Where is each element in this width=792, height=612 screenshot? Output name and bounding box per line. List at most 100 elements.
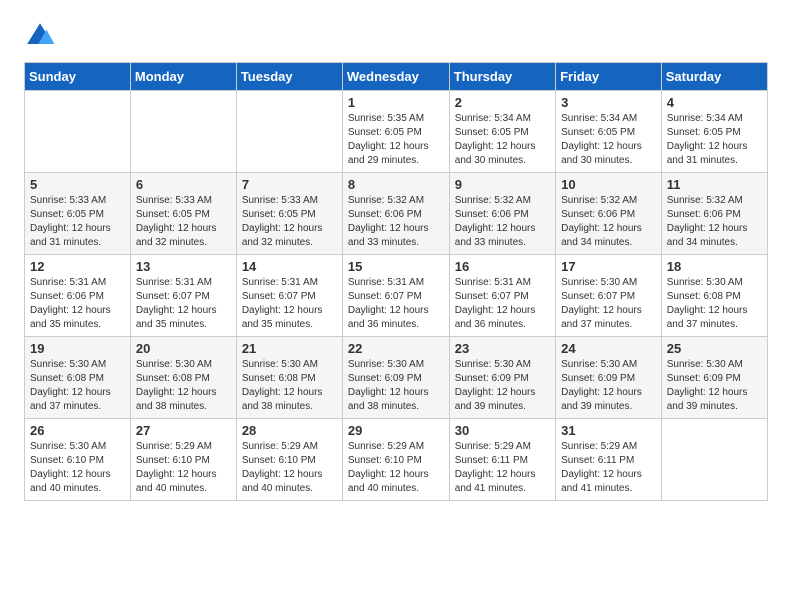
page: SundayMondayTuesdayWednesdayThursdayFrid… (0, 0, 792, 521)
day-number: 13 (136, 259, 231, 274)
calendar-row: 5 Sunrise: 5:33 AM Sunset: 6:05 PM Daylig… (25, 173, 768, 255)
calendar-cell: 13 Sunrise: 5:31 AM Sunset: 6:07 PM Dayli… (130, 255, 236, 337)
day-number: 7 (242, 177, 337, 192)
day-info: Sunrise: 5:32 AM Sunset: 6:06 PM Dayligh… (348, 194, 444, 250)
header-row: SundayMondayTuesdayWednesdayThursdayFrid… (25, 63, 768, 91)
calendar-row: 19 Sunrise: 5:30 AM Sunset: 6:08 PM Dayli… (25, 337, 768, 419)
calendar-cell: 3 Sunrise: 5:34 AM Sunset: 6:05 PM Daylig… (556, 91, 662, 173)
day-number: 10 (561, 177, 656, 192)
day-number: 30 (455, 423, 550, 438)
calendar-cell (236, 91, 342, 173)
calendar-cell: 19 Sunrise: 5:30 AM Sunset: 6:08 PM Dayli… (25, 337, 131, 419)
calendar-cell: 29 Sunrise: 5:29 AM Sunset: 6:10 PM Dayli… (342, 419, 449, 501)
weekday-header: Thursday (449, 63, 555, 91)
day-number: 18 (667, 259, 762, 274)
day-number: 11 (667, 177, 762, 192)
day-number: 26 (30, 423, 125, 438)
logo (24, 20, 60, 52)
day-number: 5 (30, 177, 125, 192)
calendar-cell: 30 Sunrise: 5:29 AM Sunset: 6:11 PM Dayli… (449, 419, 555, 501)
calendar-cell (25, 91, 131, 173)
calendar-cell: 15Sunrise: 5:31 AM Sunset: 6:07 PM Dayli… (342, 255, 449, 337)
day-info: Sunrise: 5:30 AM Sunset: 6:08 PM Dayligh… (242, 358, 337, 414)
calendar-cell: 28 Sunrise: 5:29 AM Sunset: 6:10 PM Dayli… (236, 419, 342, 501)
day-number: 25 (667, 341, 762, 356)
calendar-cell: 12 Sunrise: 5:31 AM Sunset: 6:06 PM Dayli… (25, 255, 131, 337)
weekday-header: Tuesday (236, 63, 342, 91)
calendar-cell: 16Sunrise: 5:31 AM Sunset: 6:07 PM Dayli… (449, 255, 555, 337)
weekday-header: Friday (556, 63, 662, 91)
calendar-cell: 11 Sunrise: 5:32 AM Sunset: 6:06 PM Dayli… (661, 173, 767, 255)
day-info: Sunrise: 5:29 AM Sunset: 6:10 PM Dayligh… (348, 440, 444, 496)
calendar-cell: 26Sunrise: 5:30 AM Sunset: 6:10 PM Dayli… (25, 419, 131, 501)
calendar-cell: 7 Sunrise: 5:33 AM Sunset: 6:05 PM Daylig… (236, 173, 342, 255)
day-info: Sunrise: 5:34 AM Sunset: 6:05 PM Dayligh… (561, 112, 656, 168)
day-info: Sunrise: 5:29 AM Sunset: 6:11 PM Dayligh… (455, 440, 550, 496)
day-number: 28 (242, 423, 337, 438)
calendar-cell: 27 Sunrise: 5:29 AM Sunset: 6:10 PM Dayli… (130, 419, 236, 501)
day-info: Sunrise: 5:30 AM Sunset: 6:09 PM Dayligh… (348, 358, 444, 414)
day-number: 9 (455, 177, 550, 192)
day-number: 27 (136, 423, 231, 438)
day-info: Sunrise: 5:33 AM Sunset: 6:05 PM Dayligh… (136, 194, 231, 250)
day-info: Sunrise: 5:31 AM Sunset: 6:07 PM Dayligh… (136, 276, 231, 332)
day-info: Sunrise: 5:35 AM Sunset: 6:05 PM Dayligh… (348, 112, 444, 168)
day-info: Sunrise: 5:29 AM Sunset: 6:10 PM Dayligh… (136, 440, 231, 496)
calendar-cell: 18 Sunrise: 5:30 AM Sunset: 6:08 PM Dayli… (661, 255, 767, 337)
day-info: Sunrise: 5:31 AM Sunset: 6:07 PM Dayligh… (348, 276, 444, 332)
calendar-cell: 8 Sunrise: 5:32 AM Sunset: 6:06 PM Daylig… (342, 173, 449, 255)
calendar-cell: 9 Sunrise: 5:32 AM Sunset: 6:06 PM Daylig… (449, 173, 555, 255)
weekday-header: Saturday (661, 63, 767, 91)
day-number: 4 (667, 95, 762, 110)
day-number: 23 (455, 341, 550, 356)
day-info: Sunrise: 5:34 AM Sunset: 6:05 PM Dayligh… (455, 112, 550, 168)
day-number: 6 (136, 177, 231, 192)
calendar-cell: 31 Sunrise: 5:29 AM Sunset: 6:11 PM Dayli… (556, 419, 662, 501)
calendar-cell: 17Sunrise: 5:30 AM Sunset: 6:07 PM Dayli… (556, 255, 662, 337)
weekday-header: Monday (130, 63, 236, 91)
day-info: Sunrise: 5:29 AM Sunset: 6:11 PM Dayligh… (561, 440, 656, 496)
day-info: Sunrise: 5:30 AM Sunset: 6:08 PM Dayligh… (667, 276, 762, 332)
day-info: Sunrise: 5:30 AM Sunset: 6:07 PM Dayligh… (561, 276, 656, 332)
day-number: 1 (348, 95, 444, 110)
calendar-cell: 14 Sunrise: 5:31 AM Sunset: 6:07 PM Dayli… (236, 255, 342, 337)
day-info: Sunrise: 5:32 AM Sunset: 6:06 PM Dayligh… (455, 194, 550, 250)
calendar-cell: 22Sunrise: 5:30 AM Sunset: 6:09 PM Dayli… (342, 337, 449, 419)
day-number: 31 (561, 423, 656, 438)
logo-icon (24, 20, 56, 52)
day-number: 8 (348, 177, 444, 192)
day-info: Sunrise: 5:31 AM Sunset: 6:07 PM Dayligh… (455, 276, 550, 332)
calendar-cell: 6 Sunrise: 5:33 AM Sunset: 6:05 PM Daylig… (130, 173, 236, 255)
day-number: 12 (30, 259, 125, 274)
day-number: 2 (455, 95, 550, 110)
calendar-cell: 2 Sunrise: 5:34 AM Sunset: 6:05 PM Daylig… (449, 91, 555, 173)
day-number: 19 (30, 341, 125, 356)
calendar-cell: 23Sunrise: 5:30 AM Sunset: 6:09 PM Dayli… (449, 337, 555, 419)
day-number: 3 (561, 95, 656, 110)
calendar-cell: 10 Sunrise: 5:32 AM Sunset: 6:06 PM Dayli… (556, 173, 662, 255)
day-info: Sunrise: 5:31 AM Sunset: 6:06 PM Dayligh… (30, 276, 125, 332)
calendar-cell: 4 Sunrise: 5:34 AM Sunset: 6:05 PM Daylig… (661, 91, 767, 173)
header (24, 20, 768, 52)
day-number: 14 (242, 259, 337, 274)
calendar-cell (130, 91, 236, 173)
day-number: 29 (348, 423, 444, 438)
day-number: 24 (561, 341, 656, 356)
calendar-cell: 1 Sunrise: 5:35 AM Sunset: 6:05 PM Daylig… (342, 91, 449, 173)
day-number: 21 (242, 341, 337, 356)
day-info: Sunrise: 5:29 AM Sunset: 6:10 PM Dayligh… (242, 440, 337, 496)
day-info: Sunrise: 5:33 AM Sunset: 6:05 PM Dayligh… (242, 194, 337, 250)
day-info: Sunrise: 5:33 AM Sunset: 6:05 PM Dayligh… (30, 194, 125, 250)
day-info: Sunrise: 5:34 AM Sunset: 6:05 PM Dayligh… (667, 112, 762, 168)
calendar-row: 1 Sunrise: 5:35 AM Sunset: 6:05 PM Daylig… (25, 91, 768, 173)
calendar-cell: 5 Sunrise: 5:33 AM Sunset: 6:05 PM Daylig… (25, 173, 131, 255)
day-info: Sunrise: 5:32 AM Sunset: 6:06 PM Dayligh… (561, 194, 656, 250)
day-info: Sunrise: 5:31 AM Sunset: 6:07 PM Dayligh… (242, 276, 337, 332)
weekday-header: Sunday (25, 63, 131, 91)
day-info: Sunrise: 5:30 AM Sunset: 6:08 PM Dayligh… (136, 358, 231, 414)
day-info: Sunrise: 5:30 AM Sunset: 6:08 PM Dayligh… (30, 358, 125, 414)
day-info: Sunrise: 5:30 AM Sunset: 6:09 PM Dayligh… (561, 358, 656, 414)
day-info: Sunrise: 5:32 AM Sunset: 6:06 PM Dayligh… (667, 194, 762, 250)
calendar-cell: 25Sunrise: 5:30 AM Sunset: 6:09 PM Dayli… (661, 337, 767, 419)
calendar-row: 12 Sunrise: 5:31 AM Sunset: 6:06 PM Dayli… (25, 255, 768, 337)
